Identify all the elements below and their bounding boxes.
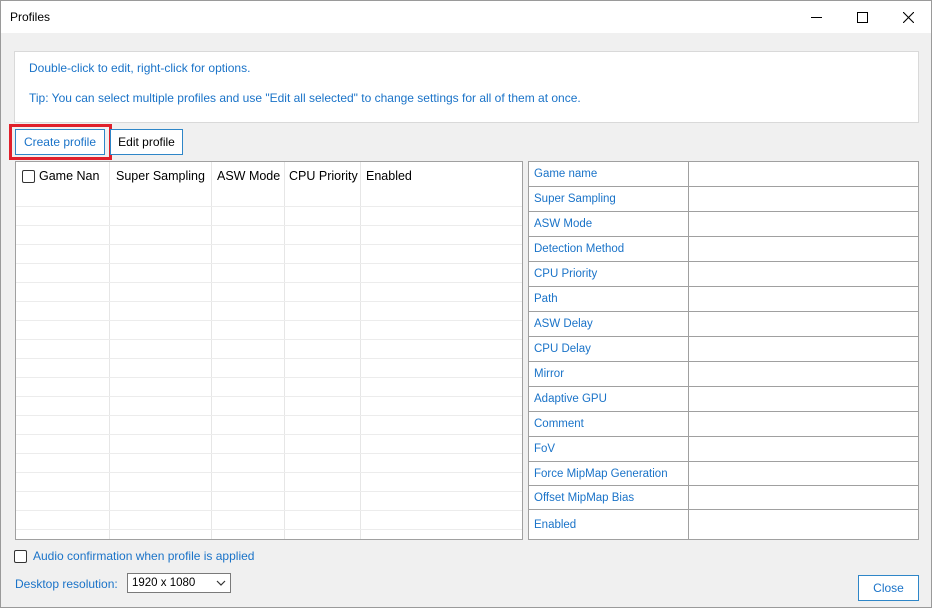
audio-confirmation-option[interactable]: Audio confirmation when profile is appli… (14, 548, 254, 564)
column-divider (284, 162, 285, 539)
property-name: Game name (529, 162, 689, 186)
property-row[interactable]: ASW Delay (529, 312, 918, 337)
grid-row-line (16, 320, 522, 321)
property-value[interactable] (689, 337, 918, 361)
grid-row-line (16, 301, 522, 302)
grid-row-line (16, 510, 522, 511)
property-name: Comment (529, 412, 689, 436)
column-header-cpu-priority[interactable]: CPU Priority (289, 162, 364, 190)
minimize-icon (810, 16, 822, 18)
column-divider (211, 162, 212, 539)
grid-row-line (16, 339, 522, 340)
desktop-resolution-value: 1920 x 1080 (132, 577, 196, 589)
grid-row-line (16, 358, 522, 359)
property-row[interactable]: CPU Delay (529, 337, 918, 362)
column-header-super-sampling[interactable]: Super Sampling (116, 162, 211, 190)
grid-row-line (16, 206, 522, 207)
property-value[interactable] (689, 162, 918, 186)
property-name: Super Sampling (529, 187, 689, 211)
desktop-resolution-select[interactable]: 1920 x 1080 (127, 573, 231, 593)
property-name: Force MipMap Generation (529, 462, 689, 485)
property-row[interactable]: Enabled (529, 510, 918, 539)
grid-row-line (16, 529, 522, 530)
property-name: Mirror (529, 362, 689, 386)
property-row[interactable]: ASW Mode (529, 212, 918, 237)
property-name: FoV (529, 437, 689, 461)
property-row[interactable]: Super Sampling (529, 187, 918, 212)
grid-row-line (16, 415, 522, 416)
profiles-window: Profiles Double-click to edit, right-cli… (0, 0, 932, 608)
audio-confirmation-label[interactable]: Audio confirmation when profile is appli… (33, 549, 254, 563)
property-name: CPU Delay (529, 337, 689, 361)
desktop-resolution-label: Desktop resolution: (15, 577, 118, 591)
select-all-checkbox[interactable] (22, 170, 35, 183)
info-tip: Tip: You can select multiple profiles an… (29, 91, 581, 105)
property-row[interactable]: CPU Priority (529, 262, 918, 287)
chevron-down-icon (216, 580, 226, 586)
column-divider (109, 162, 110, 539)
maximize-button[interactable] (839, 1, 885, 33)
grid-row-line (16, 472, 522, 473)
property-value[interactable] (689, 387, 918, 411)
property-value[interactable] (689, 362, 918, 386)
maximize-icon (856, 11, 868, 23)
grid-row-line (16, 225, 522, 226)
audio-confirmation-checkbox[interactable] (14, 549, 27, 563)
property-row[interactable]: FoV (529, 437, 918, 462)
grid-header: Game Nan Super Sampling ASW Mode CPU Pri… (16, 162, 522, 190)
property-name: Detection Method (529, 237, 689, 261)
property-name: Offset MipMap Bias (529, 486, 689, 509)
property-name: Path (529, 287, 689, 311)
close-icon (902, 11, 914, 23)
property-row[interactable]: Offset MipMap Bias (529, 486, 918, 510)
column-divider (360, 162, 361, 539)
profiles-grid[interactable]: Game Nan Super Sampling ASW Mode CPU Pri… (15, 161, 523, 540)
window-title: Profiles (10, 10, 51, 24)
property-value[interactable] (689, 437, 918, 461)
info-panel: Double-click to edit, right-click for op… (14, 51, 919, 123)
grid-row-line (16, 244, 522, 245)
property-value[interactable] (689, 462, 918, 485)
property-row[interactable]: Comment (529, 412, 918, 437)
property-value[interactable] (689, 287, 918, 311)
info-hint: Double-click to edit, right-click for op… (29, 61, 251, 75)
property-value[interactable] (689, 412, 918, 436)
property-name: Enabled (529, 510, 689, 539)
grid-row-line (16, 377, 522, 378)
properties-panel: Game name Super Sampling ASW Mode Detection… (528, 161, 919, 540)
title-bar: Profiles (1, 1, 931, 33)
property-value[interactable] (689, 312, 918, 336)
column-header-asw-mode[interactable]: ASW Mode (217, 162, 285, 190)
property-row[interactable]: Path (529, 287, 918, 312)
property-name: ASW Delay (529, 312, 689, 336)
property-row[interactable]: Mirror (529, 362, 918, 387)
minimize-button[interactable] (793, 1, 839, 33)
column-header-enabled[interactable]: Enabled (366, 162, 436, 190)
property-row[interactable]: Detection Method (529, 237, 918, 262)
property-value[interactable] (689, 262, 918, 286)
property-value[interactable] (689, 237, 918, 261)
property-row[interactable]: Game name (529, 162, 918, 187)
grid-row-line (16, 434, 522, 435)
property-name: CPU Priority (529, 262, 689, 286)
grid-row-line (16, 396, 522, 397)
column-header-game-name[interactable]: Game Nan (39, 162, 109, 190)
close-button[interactable]: Close (858, 575, 919, 601)
property-name: Adaptive GPU (529, 387, 689, 411)
grid-row-line (16, 282, 522, 283)
property-row[interactable]: Adaptive GPU (529, 387, 918, 412)
close-window-button[interactable] (885, 1, 931, 33)
property-value[interactable] (689, 486, 918, 509)
edit-profile-button[interactable]: Edit profile (110, 129, 183, 155)
property-value[interactable] (689, 187, 918, 211)
grid-row-line (16, 491, 522, 492)
grid-row-line (16, 263, 522, 264)
property-row[interactable]: Force MipMap Generation (529, 462, 918, 486)
property-value[interactable] (689, 212, 918, 236)
grid-row-line (16, 453, 522, 454)
property-name: ASW Mode (529, 212, 689, 236)
create-profile-button[interactable]: Create profile (15, 129, 105, 155)
property-value[interactable] (689, 510, 918, 539)
